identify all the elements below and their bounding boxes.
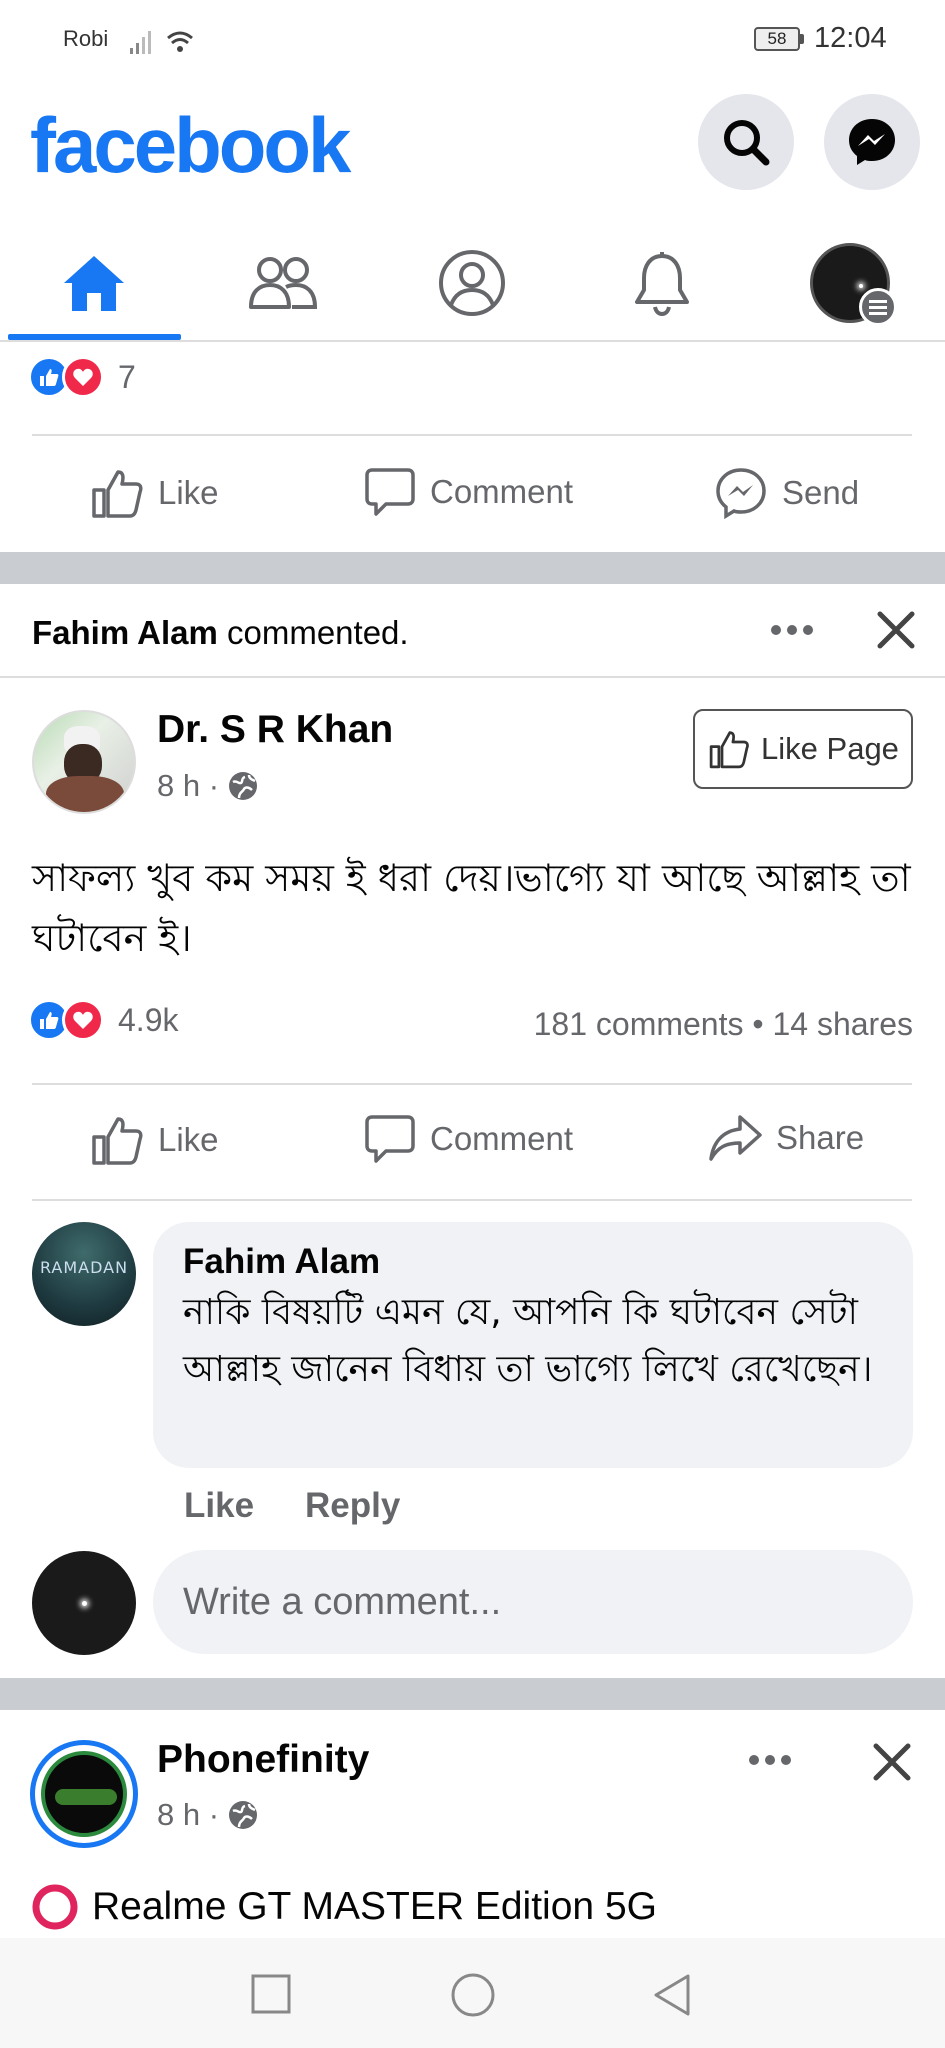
post-meta: 8 h ·: [157, 768, 259, 804]
comment-icon: [365, 1115, 415, 1163]
hide-post-button[interactable]: [870, 1740, 914, 1784]
post-author[interactable]: Dr. S R Khan: [157, 708, 393, 752]
messenger-icon: [849, 119, 895, 165]
next-post-text: Realme GT MASTER Edition 5G: [32, 1884, 657, 1930]
author-avatar[interactable]: [32, 710, 136, 814]
comment-like-button[interactable]: Like: [184, 1486, 254, 1526]
like-icon: [92, 1117, 143, 1165]
square-icon: [251, 1974, 291, 2014]
system-nav-bar: [0, 1938, 945, 2048]
home-icon: [64, 255, 124, 311]
share-icon: [709, 1115, 762, 1161]
love-reaction-icon: [62, 999, 104, 1041]
like-label: Like: [158, 474, 219, 511]
comment-button[interactable]: Comment: [364, 466, 573, 518]
search-button[interactable]: [698, 94, 794, 190]
menu-icon: [859, 287, 897, 326]
tab-home[interactable]: [4, 225, 184, 340]
user-avatar: [32, 1551, 136, 1655]
search-icon: [724, 120, 770, 166]
feed-separator: [0, 552, 945, 584]
activity-actor[interactable]: Fahim Alam: [32, 614, 218, 651]
close-icon: [877, 611, 915, 649]
tab-notifications[interactable]: [572, 225, 752, 340]
active-tab-indicator: [8, 334, 181, 340]
battery-indicator: 58: [754, 27, 800, 51]
globe-icon: [229, 1801, 258, 1829]
next-post-text-content: Realme GT MASTER Edition 5G: [92, 1885, 657, 1928]
more-options-button[interactable]: [746, 1748, 794, 1772]
love-reaction-icon: [62, 356, 104, 398]
like-icon: [709, 731, 749, 769]
divider: [0, 676, 945, 678]
feed-separator: [0, 1678, 945, 1710]
back-triangle-icon: [654, 1974, 690, 2016]
back-button[interactable]: [650, 1972, 694, 2018]
comment-author[interactable]: Fahim Alam: [183, 1242, 883, 1282]
divider: [32, 1199, 912, 1201]
divider: [32, 434, 912, 436]
share-button[interactable]: Share: [708, 1113, 864, 1163]
globe-icon: [229, 772, 258, 800]
prev-post-reactions[interactable]: 7: [28, 356, 136, 398]
avatar-text: RAMADAN: [39, 1258, 129, 1277]
commenter-avatar[interactable]: RAMADAN: [32, 1222, 136, 1326]
comment-text: নাকি বিষয়টি এমন যে, আপনি কি ঘটাবেন সেটা…: [183, 1292, 873, 1390]
red-circle-icon: [32, 1884, 78, 1930]
tab-menu[interactable]: [760, 225, 940, 340]
main-nav-tabs: [0, 225, 945, 342]
profile-icon: [439, 249, 505, 316]
like-icon: [92, 470, 143, 518]
post-meta: 8 h ·: [157, 1797, 259, 1833]
messenger-button[interactable]: [824, 94, 920, 190]
post-text: সাফল্য খুব কম সময় ই ধরা দেয়।ভাগ্যে যা …: [32, 856, 911, 960]
reaction-count: 4.9k: [118, 1001, 179, 1038]
tab-profile[interactable]: [382, 225, 562, 340]
tab-friends[interactable]: [193, 225, 373, 340]
battery-tip: [800, 34, 804, 44]
activity-line: Fahim Alam commented.: [32, 614, 409, 652]
close-icon: [873, 1743, 911, 1781]
activity-verb: commented.: [227, 614, 409, 651]
page-avatar[interactable]: [30, 1740, 138, 1848]
comment-bubble[interactable]: Fahim Alam নাকি বিষয়টি এমন যে, আপনি কি …: [153, 1222, 913, 1468]
more-icon: [749, 1755, 791, 1765]
post-time[interactable]: 8 h ·: [157, 1797, 219, 1833]
carrier-name: Robi: [63, 26, 109, 51]
recents-button[interactable]: [250, 1973, 292, 2015]
friends-icon: [249, 256, 318, 309]
more-icon: [771, 625, 813, 635]
send-button[interactable]: Send: [714, 466, 859, 520]
like-button[interactable]: Like: [90, 466, 219, 520]
circle-icon: [451, 1973, 495, 2017]
hide-post-button[interactable]: [874, 608, 918, 652]
like-page-button[interactable]: Like Page: [693, 709, 913, 789]
share-label: Share: [776, 1119, 865, 1156]
more-options-button[interactable]: [768, 618, 816, 642]
status-time: 12:04: [814, 22, 887, 54]
bell-icon: [635, 251, 689, 316]
user-avatar: [810, 242, 897, 326]
comment-label: Comment: [430, 473, 574, 510]
page-name[interactable]: Phonefinity: [157, 1738, 369, 1782]
post-time[interactable]: 8 h ·: [157, 768, 219, 804]
signal-wifi-icon: [128, 26, 200, 56]
comment-button[interactable]: Comment: [364, 1113, 573, 1165]
facebook-logo[interactable]: facebook: [30, 100, 351, 191]
comment-reply-button[interactable]: Reply: [305, 1486, 400, 1526]
messenger-send-icon: [716, 468, 766, 520]
divider: [32, 1083, 912, 1085]
home-system-button[interactable]: [450, 1972, 496, 2018]
comment-icon: [365, 468, 415, 516]
reaction-count: 7: [118, 358, 136, 395]
post-reactions[interactable]: 4.9k: [28, 999, 178, 1041]
send-label: Send: [782, 474, 860, 511]
like-page-label: Like Page: [761, 731, 899, 766]
like-button[interactable]: Like: [90, 1113, 219, 1167]
like-label: Like: [158, 1121, 219, 1158]
write-comment-input[interactable]: Write a comment...: [153, 1550, 913, 1654]
post-stats[interactable]: 181 comments • 14 shares: [503, 1006, 913, 1043]
comment-label: Comment: [430, 1120, 574, 1157]
